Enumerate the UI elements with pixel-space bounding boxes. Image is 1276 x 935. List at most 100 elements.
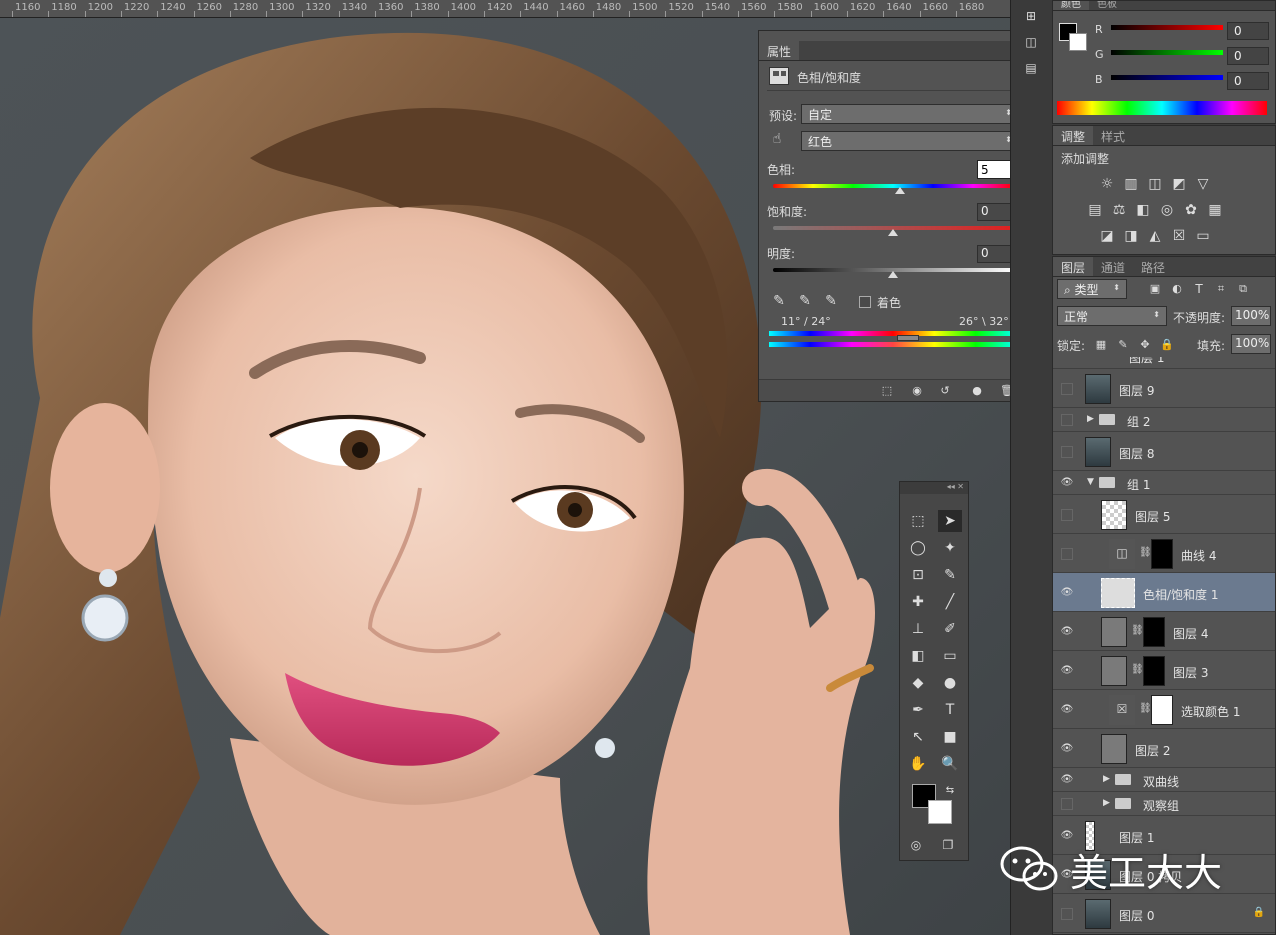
chain-link-icon[interactable]: ⛓ (1139, 703, 1152, 714)
preset-select[interactable]: 自定 ⬍ (801, 104, 1019, 124)
visibility-toggle[interactable] (1061, 445, 1073, 458)
partial-layer-row[interactable]: 图层 1 (1053, 357, 1275, 369)
threshold-icon[interactable]: ◭ (1145, 226, 1165, 246)
g-input[interactable]: 0 (1227, 47, 1269, 65)
screen-mode-icon[interactable]: ❐ (936, 834, 960, 856)
background-swatch[interactable] (1069, 33, 1087, 51)
color-balance-icon[interactable]: ⚖ (1109, 200, 1129, 220)
eye-icon[interactable]: 👁 (1059, 772, 1075, 788)
layer-row[interactable]: 👁 ▼ 组 1 (1053, 471, 1275, 495)
visibility-toggle[interactable] (1061, 508, 1073, 521)
hue-slider-thumb[interactable] (895, 187, 906, 194)
visibility-toggle[interactable] (1061, 414, 1073, 426)
channel-mixer-icon[interactable]: ✿ (1181, 200, 1201, 220)
crop-icon[interactable]: ⊡ (906, 564, 930, 586)
chain-link-icon[interactable]: ⛓ (1139, 547, 1152, 558)
chain-link-icon[interactable]: ⛓ (1131, 625, 1144, 636)
layer-thumbnail[interactable] (1085, 898, 1111, 929)
hue-saturation-icon[interactable]: ▤ (1085, 200, 1105, 220)
layer-thumbnail[interactable]: ◫ (1109, 538, 1135, 569)
layer-thumbnail[interactable]: ☒ (1109, 694, 1135, 725)
filter-shape-icon[interactable]: ⌗ (1211, 279, 1231, 299)
exposure-icon[interactable]: ◩ (1169, 174, 1189, 194)
move-icon[interactable]: ➤ (938, 510, 962, 532)
expand-right-icon[interactable]: ▶ (1103, 774, 1110, 784)
saturation-slider-thumb[interactable] (888, 229, 898, 236)
lock-pixels-icon[interactable]: ✎ (1113, 335, 1133, 355)
lock-transparent-icon[interactable]: ▦ (1091, 335, 1111, 355)
background-color-swatch[interactable] (928, 800, 952, 824)
eyedropper-plus-icon[interactable]: ✎ (795, 291, 815, 311)
tab-swatches[interactable]: 色板 (1089, 1, 1125, 10)
blend-mode-select[interactable]: 正常 ⬍ (1057, 306, 1167, 326)
curves-icon[interactable]: ◫ (1145, 174, 1165, 194)
dock-icon[interactable]: ▤ (1021, 58, 1041, 78)
lock-position-icon[interactable]: ✥ (1135, 335, 1155, 355)
layer-row[interactable]: 👁 ▶ 双曲线 (1053, 768, 1275, 792)
layer-thumbnail[interactable] (1101, 499, 1127, 530)
tab-properties[interactable]: 属性 (759, 41, 800, 60)
layer-thumbnail[interactable] (1085, 436, 1111, 467)
lasso-icon[interactable]: ◯ (906, 537, 930, 559)
layer-thumbnail[interactable] (1101, 733, 1127, 764)
filter-type-icon[interactable]: T (1189, 279, 1209, 299)
visibility-toggle[interactable] (1061, 547, 1073, 560)
layer-row[interactable]: 👁 色相/饱和度 1 (1053, 573, 1275, 612)
eyedropper-minus-icon[interactable]: ✎ (821, 291, 841, 311)
tab-channels[interactable]: 通道 (1093, 257, 1133, 276)
eye-icon[interactable]: 👁 (1059, 585, 1075, 601)
stamp-icon[interactable]: ⊥ (906, 618, 930, 640)
lock-all-icon[interactable]: 🔒 (1157, 335, 1177, 355)
brush-icon[interactable]: ╱ (938, 591, 962, 613)
layer-mask-thumbnail[interactable] (1151, 538, 1173, 569)
visibility-icon[interactable]: ● (967, 381, 987, 401)
view-previous-icon[interactable]: ◉ (907, 381, 927, 401)
filter-adjustment-icon[interactable]: ◐ (1167, 279, 1187, 299)
levels-icon[interactable]: ▥ (1121, 174, 1141, 194)
eye-icon[interactable]: 👁 (1059, 624, 1075, 640)
layer-thumbnail[interactable] (1101, 655, 1127, 686)
fill-input[interactable]: 100% (1231, 334, 1271, 354)
layer-mask-thumbnail[interactable] (1143, 616, 1165, 647)
path-select-icon[interactable]: ↖ (906, 726, 930, 748)
layer-row[interactable]: 图层 0 🔒 (1053, 894, 1275, 933)
g-slider[interactable] (1111, 50, 1223, 55)
filter-smart-icon[interactable]: ⧉ (1233, 279, 1253, 299)
lightness-slider-thumb[interactable] (888, 271, 898, 278)
chain-link-icon[interactable]: ⛓ (1131, 664, 1144, 675)
history-brush-icon[interactable]: ✐ (938, 618, 962, 640)
tab-layers[interactable]: 图层 (1053, 257, 1094, 276)
dock-icon[interactable]: ◫ (1021, 32, 1041, 52)
invert-icon[interactable]: ◪ (1097, 226, 1117, 246)
quick-mask-icon[interactable]: ◎ (904, 834, 928, 856)
dock-icon[interactable]: ⊞ (1021, 6, 1041, 26)
dodge-icon[interactable]: ● (938, 672, 962, 694)
tab-styles[interactable]: 样式 (1093, 126, 1133, 145)
expand-down-icon[interactable]: ▼ (1087, 477, 1094, 487)
photo-filter-icon[interactable]: ◎ (1157, 200, 1177, 220)
magic-wand-icon[interactable]: ✦ (938, 537, 962, 559)
visibility-toggle[interactable] (1061, 382, 1073, 395)
zoom-icon[interactable]: 🔍 (938, 753, 962, 775)
channel-select[interactable]: 红色 ⬍ (801, 131, 1019, 151)
layer-row[interactable]: 👁 图层 2 (1053, 729, 1275, 768)
layer-row[interactable]: ▶ 观察组 (1053, 792, 1275, 816)
layer-row[interactable]: 图层 9 (1053, 369, 1275, 408)
posterize-icon[interactable]: ◨ (1121, 226, 1141, 246)
visibility-toggle[interactable] (1061, 907, 1073, 920)
b-input[interactable]: 0 (1227, 72, 1269, 90)
tab-adjustments[interactable]: 调整 (1053, 126, 1094, 145)
type-icon[interactable]: T (938, 699, 962, 721)
brightness-icon[interactable]: ☼ (1097, 174, 1117, 194)
swap-colors-icon[interactable]: ⇆ (938, 780, 962, 802)
color-spectrum-bar[interactable] (1057, 101, 1267, 115)
layer-mask-thumbnail[interactable] (1143, 655, 1165, 686)
tools-collapse-icon[interactable]: ◂◂ ✕ (900, 482, 968, 494)
eye-icon[interactable]: 👁 (1059, 702, 1075, 718)
eye-icon[interactable]: 👁 (1059, 741, 1075, 757)
on-image-adjust-icon[interactable]: ☝ (767, 129, 787, 149)
reset-icon[interactable]: ↺ (935, 381, 955, 401)
layer-row[interactable]: 图层 5 (1053, 495, 1275, 534)
clip-to-layer-icon[interactable]: ⬚ (877, 381, 897, 401)
marquee-icon[interactable]: ⬚ (906, 510, 930, 532)
